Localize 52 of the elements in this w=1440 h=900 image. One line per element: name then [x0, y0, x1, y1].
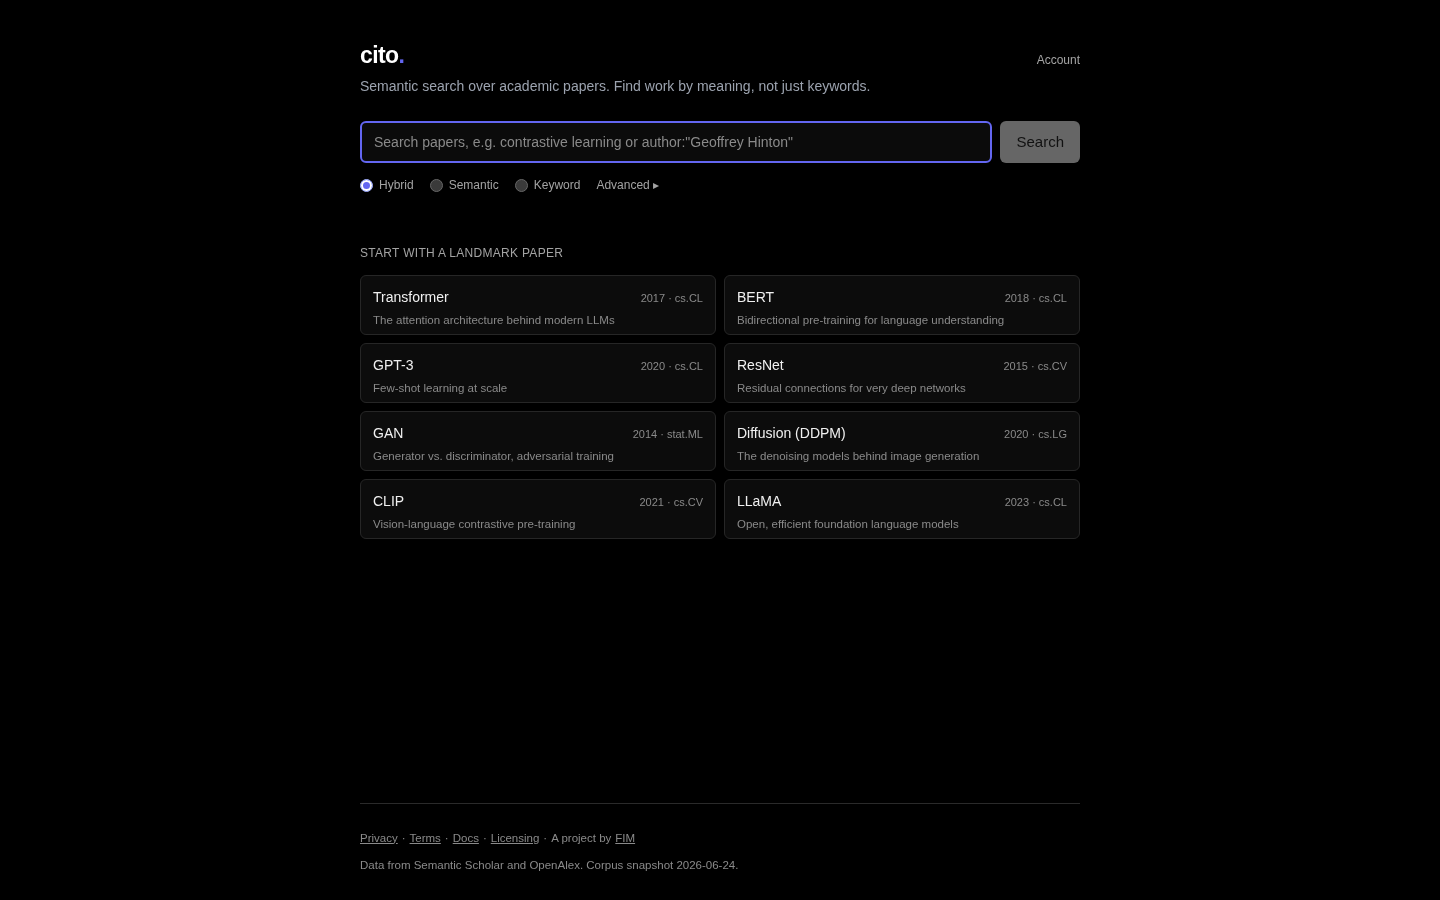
logo[interactable]: cito. — [360, 40, 405, 70]
advanced-toggle[interactable]: Advanced ▸ — [596, 176, 660, 194]
footer-link[interactable]: Terms — [409, 829, 441, 847]
paper-meta: 2023 · cs.CL — [1004, 495, 1067, 510]
separator-dot: · — [543, 830, 548, 846]
mode-radio[interactable]: Semantic — [429, 176, 499, 194]
paper-meta: 2021 · cs.CV — [639, 495, 703, 510]
paper-card[interactable]: BERT 2018 · cs.CL Bidirectional pre-training for language understanding — [724, 275, 1080, 335]
paper-title: LLaMA — [737, 492, 782, 511]
footer-text: A project by — [551, 830, 612, 846]
paper-description: The attention architecture behind modern LLMs — [373, 313, 616, 328]
paper-title: GPT-3 — [373, 356, 414, 375]
footer-link[interactable]: Licensing — [490, 829, 540, 847]
paper-card[interactable]: GPT-3 2020 · cs.CL Few-shot learning at scale — [360, 343, 716, 403]
paper-title: CLIP — [373, 492, 405, 511]
paper-description: Few-shot learning at scale — [373, 381, 509, 396]
paper-description: Open, efficient foundation language models — [737, 517, 960, 532]
paper-card[interactable]: CLIP 2021 · cs.CV Vision-language contrastive pre-training — [360, 479, 716, 539]
separator-dot: · — [444, 830, 449, 846]
paper-description: Bidirectional pre-training for language understanding — [737, 313, 1006, 328]
paper-title: ResNet — [737, 356, 784, 375]
paper-card[interactable]: Diffusion (DDPM) 2020 · cs.LG The denoising models behind image generation — [724, 411, 1080, 471]
footer-link[interactable]: Docs — [452, 829, 479, 847]
account-link[interactable]: Account — [1036, 51, 1080, 69]
footer-link[interactable]: Privacy — [360, 829, 398, 847]
paper-meta: 2014 · stat.ML — [632, 427, 703, 442]
paper-title: Transformer — [373, 288, 449, 307]
paper-description: Vision-language contrastive pre-training — [373, 517, 577, 532]
paper-description: The denoising models behind image generation — [737, 449, 981, 464]
section-heading: START WITH A LANDMARK PAPER — [360, 245, 565, 262]
paper-card[interactable]: LLaMA 2023 · cs.CL Open, efficient foundation language models — [724, 479, 1080, 539]
tagline: Semantic search over academic papers. Find work by meaning, not just keywords. — [360, 77, 872, 96]
paper-meta: 2020 · cs.LG — [1004, 427, 1067, 442]
paper-title: GAN — [373, 424, 404, 443]
paper-title: BERT — [737, 288, 775, 307]
mode-radio[interactable]: Keyword — [514, 176, 581, 194]
mode-radio[interactable]: Hybrid — [360, 176, 414, 194]
paper-meta: 2015 · cs.CV — [1003, 359, 1067, 374]
search-field[interactable]: Search papers, e.g. contrastive learning or author:"Geoffrey Hinton" — [360, 121, 993, 163]
paper-title: Diffusion (DDPM) — [737, 424, 846, 443]
paper-card[interactable]: ResNet 2015 · cs.CV Residual connections for very deep networks — [724, 343, 1080, 403]
paper-meta: 2017 · cs.CL — [640, 291, 703, 306]
separator-dot: · — [482, 830, 487, 846]
paper-card[interactable]: GAN 2014 · stat.ML Generator vs. discriminator, adversarial training — [360, 411, 716, 471]
separator-dot: · — [401, 830, 406, 846]
paper-meta: 2020 · cs.CL — [640, 359, 703, 374]
paper-description: Generator vs. discriminator, adversarial training — [373, 449, 615, 464]
data-source-note: Data from Semantic Scholar and OpenAlex. Corpus snapshot 2026-06-24. — [360, 857, 740, 873]
paper-description: Residual connections for very deep networks — [737, 381, 967, 396]
footer-link[interactable]: FIM — [615, 829, 636, 847]
paper-meta: 2018 · cs.CL — [1004, 291, 1067, 306]
paper-card[interactable]: Transformer 2017 · cs.CL The attention architecture behind modern LLMs — [360, 275, 716, 335]
